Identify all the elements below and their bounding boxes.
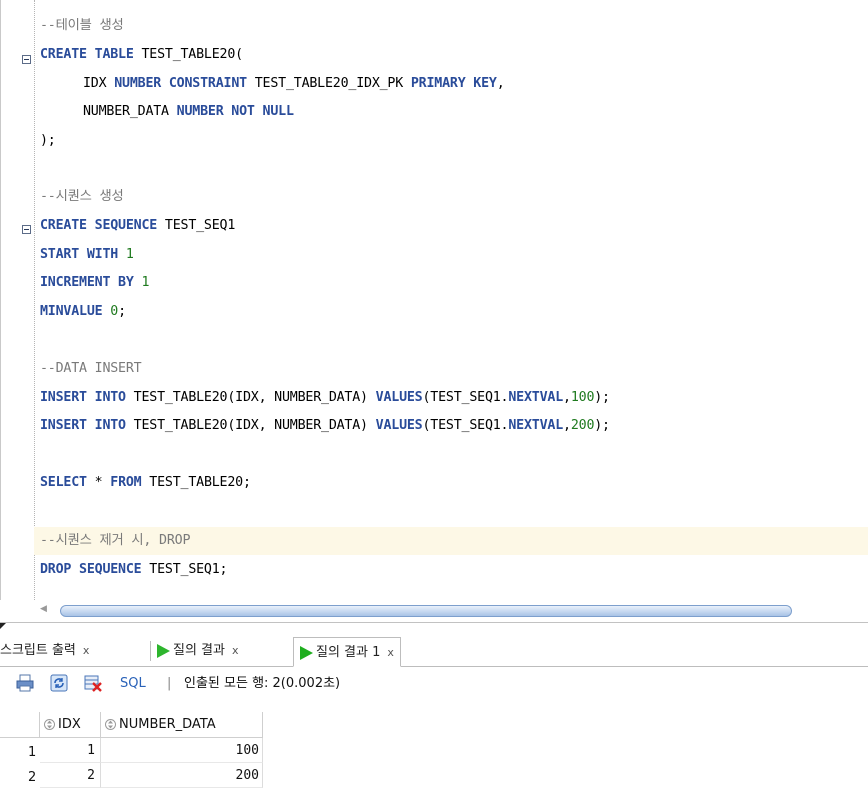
horizontal-scrollbar[interactable]: ◀ <box>40 603 868 618</box>
scrollbar-thumb[interactable] <box>60 605 792 617</box>
code-line-minvalue: MINVALUE 0; <box>40 304 126 319</box>
sort-icon[interactable] <box>105 718 116 731</box>
cell-idx[interactable]: 1 <box>40 738 101 763</box>
run-icon <box>157 643 170 658</box>
toolbar-divider: | <box>167 676 172 691</box>
code-line-comment-insert: --DATA INSERT <box>40 361 142 376</box>
column-header-idx[interactable]: IDX <box>40 712 101 738</box>
row-number: 2 <box>28 770 37 785</box>
code-line-comment-drop: --시퀀스 제거 시, DROP <box>34 527 868 555</box>
sql-editor[interactable]: --테이블 생성 CREATE TABLE TEST_TABLE20( IDX … <box>0 0 868 622</box>
cell-number-data[interactable]: 200 <box>101 763 263 788</box>
code-line-create-table: CREATE TABLE TEST_TABLE20( <box>40 47 243 62</box>
close-icon[interactable]: x <box>83 644 90 657</box>
code-line-comment-sequence: --시퀀스 생성 <box>40 189 124 204</box>
results-panel: 스크립트 출력 x 질의 결과 x 질의 결과 1 x SQL | 인출된 모든 행:… <box>0 622 868 800</box>
cell-number-data[interactable]: 100 <box>101 738 263 763</box>
close-icon[interactable]: x <box>232 644 239 657</box>
sort-icon[interactable] <box>44 718 55 731</box>
code-line-number-data-column: NUMBER_DATA NUMBER NOT NULL <box>83 104 294 119</box>
row-number: 1 <box>28 745 37 760</box>
code-line-idx-column: IDX NUMBER CONSTRAINT TEST_TABLE20_IDX_P… <box>83 76 505 91</box>
delete-results-icon[interactable] <box>84 674 102 692</box>
results-tab-bar: 스크립트 출력 x 질의 결과 x 질의 결과 1 x <box>0 636 868 667</box>
refresh-icon[interactable] <box>50 674 68 692</box>
results-toolbar: SQL | 인출된 모든 행: 2(0.002초) <box>0 672 868 696</box>
print-icon[interactable] <box>16 674 34 692</box>
cell-idx[interactable]: 2 <box>40 763 101 788</box>
fold-guide <box>34 0 35 600</box>
scroll-left-icon[interactable]: ◀ <box>40 604 47 614</box>
run-icon <box>300 645 313 660</box>
code-line-select: SELECT * FROM TEST_TABLE20; <box>40 475 251 490</box>
grid-corner <box>0 712 40 738</box>
code-line-insert-1: INSERT INTO TEST_TABLE20(IDX, NUMBER_DAT… <box>40 390 610 405</box>
sql-link[interactable]: SQL <box>120 674 146 694</box>
code-line-comment-table: --테이블 생성 <box>40 18 124 33</box>
pin-icon[interactable] <box>0 674 3 692</box>
close-icon[interactable]: x <box>387 646 394 659</box>
fetch-status-text: 인출된 모든 행: 2(0.002초) <box>184 676 341 691</box>
tab-divider <box>150 641 151 661</box>
tab-label: 질의 결과 <box>173 643 225 658</box>
code-line-insert-2: INSERT INTO TEST_TABLE20(IDX, NUMBER_DAT… <box>40 418 610 433</box>
gutter-border <box>0 0 1 600</box>
column-label: IDX <box>58 717 81 732</box>
fold-toggle-icon[interactable] <box>22 55 31 64</box>
code-line-increment-by: INCREMENT BY 1 <box>40 275 150 290</box>
tab-query-result[interactable]: 질의 결과 x <box>157 636 239 666</box>
code-line-drop-sequence: DROP SEQUENCE TEST_SEQ1; <box>40 562 228 577</box>
tab-script-output[interactable]: 스크립트 출력 x <box>0 636 89 666</box>
column-label: NUMBER_DATA <box>119 717 216 732</box>
panel-corner-icon <box>0 623 6 629</box>
tab-label: 스크립트 출력 <box>0 643 76 658</box>
tab-query-result-1[interactable]: 질의 결과 1 x <box>293 637 401 667</box>
tab-label: 질의 결과 1 <box>316 645 381 660</box>
code-line-create-sequence: CREATE SEQUENCE TEST_SEQ1 <box>40 218 236 233</box>
code-line-start-with: START WITH 1 <box>40 247 134 262</box>
fold-toggle-icon[interactable] <box>22 225 31 234</box>
code-line-close-paren: ); <box>40 133 56 148</box>
column-header-number-data[interactable]: NUMBER_DATA <box>101 712 263 738</box>
